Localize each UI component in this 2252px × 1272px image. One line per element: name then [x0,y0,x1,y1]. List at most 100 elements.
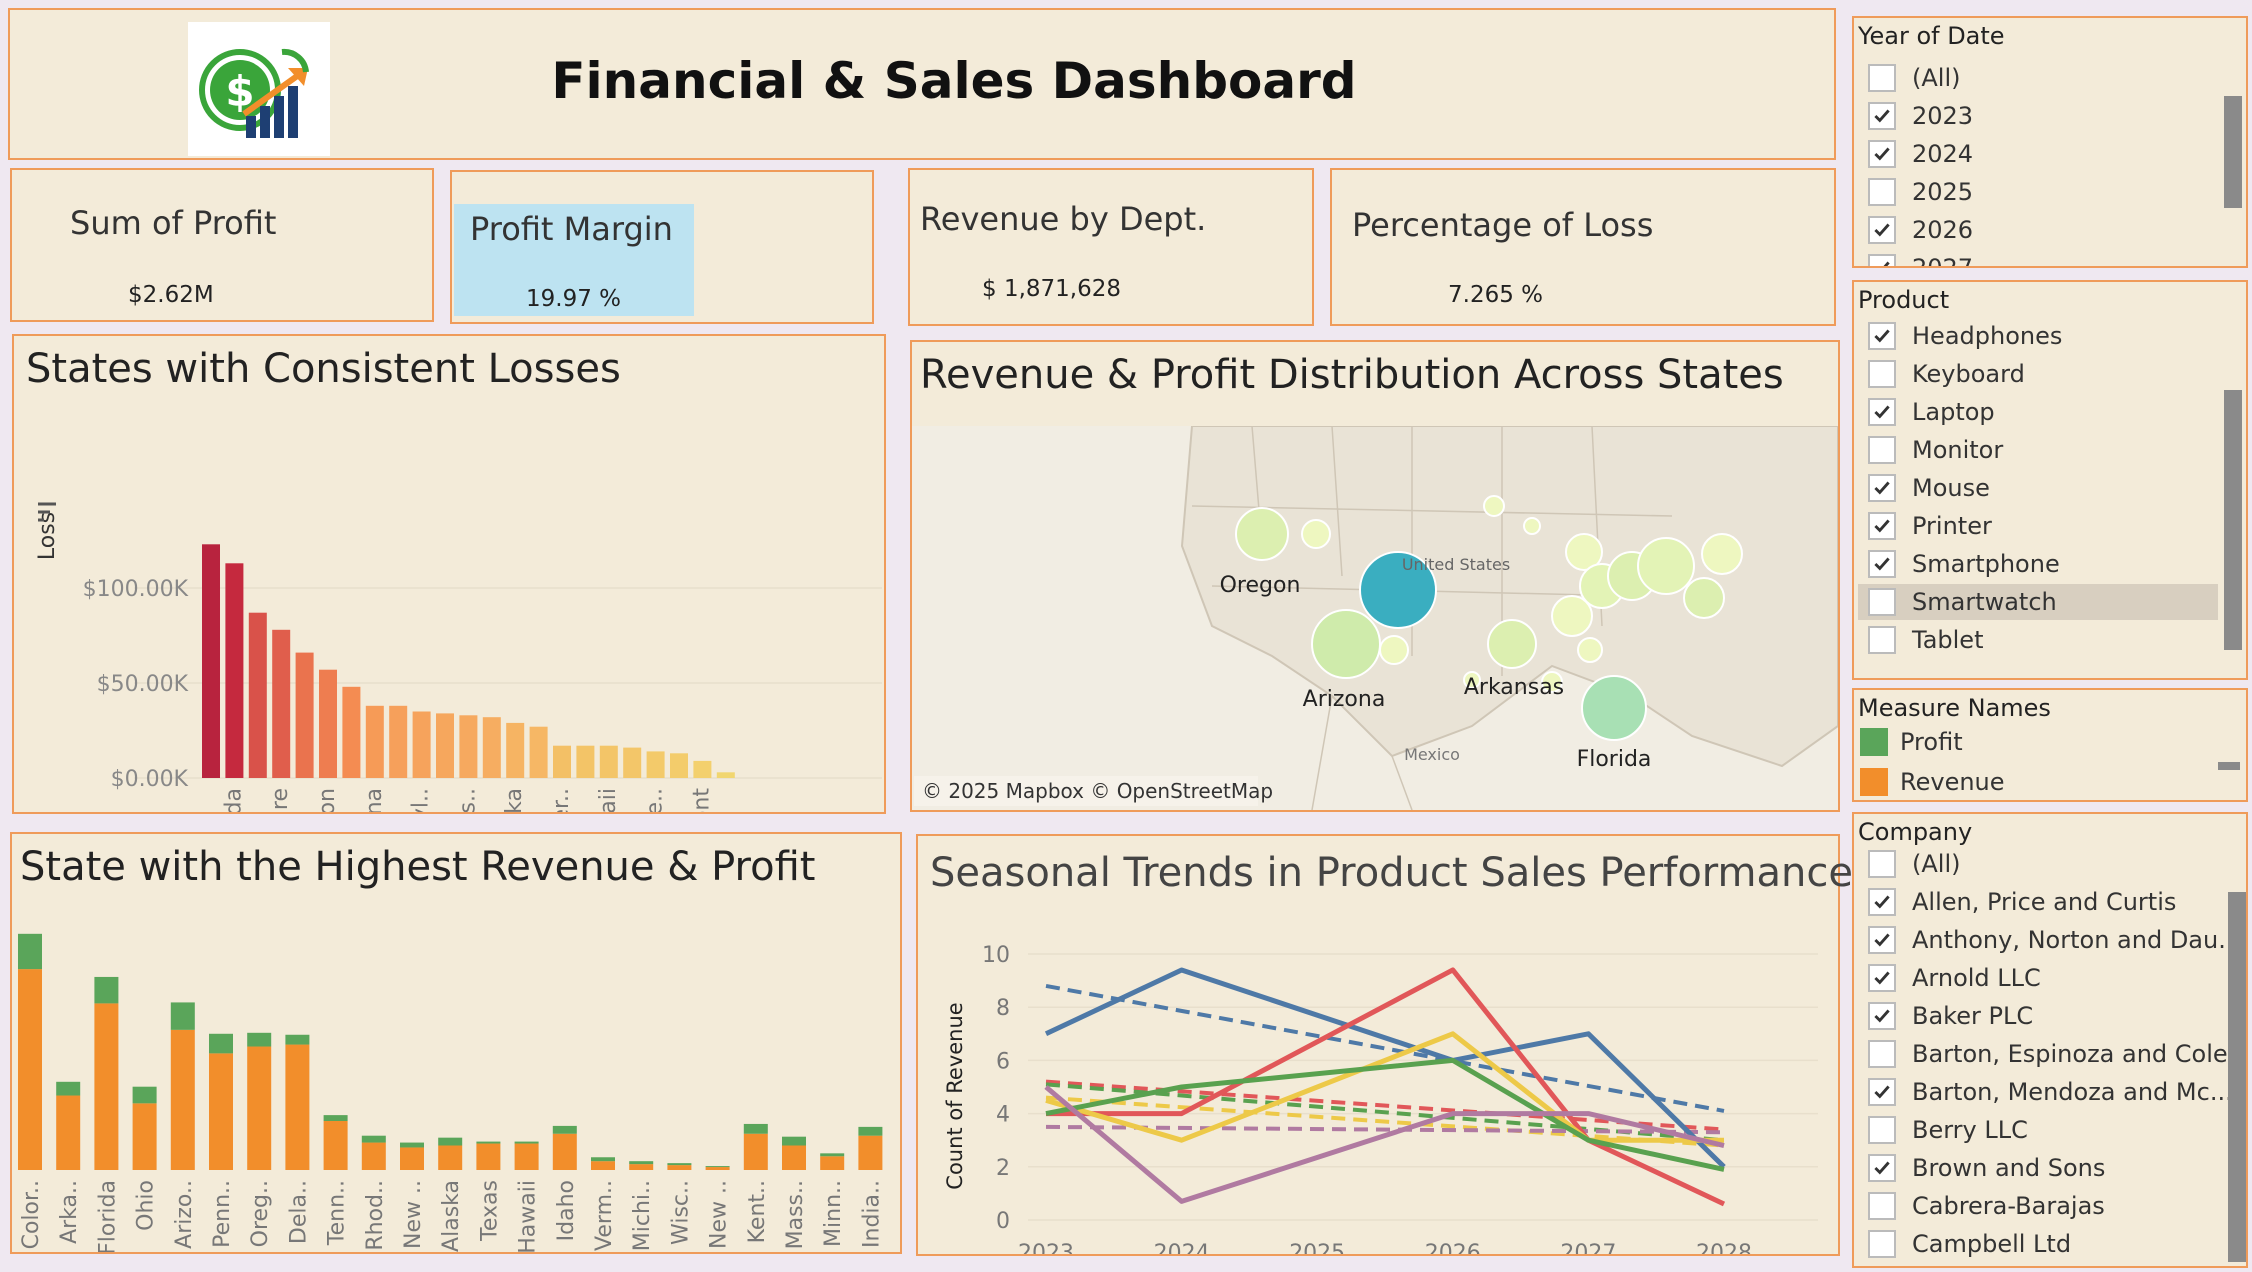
revenue-bar[interactable] [629,1164,654,1170]
product-scrollbar[interactable] [2224,390,2242,650]
loss-bar[interactable] [342,686,361,778]
profit-bar[interactable] [94,976,119,1004]
loss-bar[interactable] [459,715,478,778]
loss-bar[interactable] [295,652,314,778]
filter-item[interactable]: Baker PLC [1868,998,2033,1034]
checkbox-checked-icon[interactable] [1868,1002,1896,1030]
filter-item[interactable]: 2023 [1868,98,1973,134]
loss-bar[interactable] [436,713,454,778]
loss-bar[interactable] [389,705,408,778]
profit-bar[interactable] [743,1123,768,1134]
checkbox-checked-icon[interactable] [1868,216,1896,244]
profit-bar[interactable] [438,1137,463,1146]
checkbox-icon[interactable] [1868,360,1896,388]
loss-bar[interactable] [599,745,618,778]
profit-bar[interactable] [132,1086,157,1104]
revenue-bar[interactable] [667,1165,692,1170]
profit-bar[interactable] [400,1142,424,1148]
filter-item[interactable]: Campbell Ltd [1868,1226,2071,1262]
measure-legend-menu[interactable] [2218,762,2240,770]
checkbox-icon[interactable] [1868,1116,1896,1144]
filter-item[interactable]: 2027 [1868,250,1973,266]
loss-bar[interactable] [482,717,501,778]
loss-bar[interactable] [248,612,267,778]
loss-bar[interactable] [646,751,665,778]
map-marker[interactable] [1311,609,1381,679]
checkbox-icon[interactable] [1868,64,1896,92]
checkbox-checked-icon[interactable] [1868,398,1896,426]
map-marker[interactable] [1235,507,1289,561]
revenue-bar[interactable] [56,1095,81,1170]
loss-bar[interactable] [412,711,431,779]
checkbox-checked-icon[interactable] [1868,888,1896,916]
checkbox-icon[interactable] [1868,178,1896,206]
revenue-bar[interactable] [858,1135,883,1170]
checkbox-checked-icon[interactable] [1868,140,1896,168]
revenue-bar[interactable] [285,1044,310,1170]
filter-item[interactable]: Printer [1868,508,1992,544]
legend-item[interactable]: Revenue [1860,764,2005,800]
checkbox-checked-icon[interactable] [1868,1154,1896,1182]
profit-bar[interactable] [591,1157,615,1162]
profit-bar[interactable] [323,1115,348,1121]
checkbox-icon[interactable] [1868,850,1896,878]
profit-bar[interactable] [667,1163,692,1166]
profit-bar[interactable] [705,1166,730,1168]
filter-item[interactable]: (All) [1868,846,1960,882]
profit-bar[interactable] [285,1034,310,1045]
profit-bar[interactable] [247,1032,272,1047]
checkbox-checked-icon[interactable] [1868,964,1896,992]
filter-item[interactable]: Smartphone [1868,546,2060,582]
filter-item[interactable]: (All) [1868,60,1960,96]
checkbox-checked-icon[interactable] [1868,512,1896,540]
revenue-bar[interactable] [514,1143,539,1170]
revenue-bar[interactable] [209,1053,233,1170]
filter-item[interactable]: Cabrera-Barajas [1868,1188,2105,1224]
map-marker[interactable] [1487,619,1537,669]
filter-item[interactable]: Headphones [1868,318,2062,354]
profit-bar[interactable] [361,1135,386,1143]
loss-bar[interactable] [272,629,291,778]
filter-item[interactable]: Anthony, Norton and Dau... [1868,922,2241,958]
revenue-bar[interactable] [247,1046,272,1170]
profit-bar[interactable] [858,1126,883,1136]
checkbox-checked-icon[interactable] [1868,474,1896,502]
revenue-bar[interactable] [170,1029,195,1170]
profit-bar[interactable] [820,1153,845,1157]
map-attribution[interactable]: © 2025 Mapbox © OpenStreetMap [922,779,1273,803]
filter-item[interactable]: Brown and Sons [1868,1150,2105,1186]
profit-bar[interactable] [170,1002,195,1030]
year-scrollbar[interactable] [2224,96,2242,208]
filter-item[interactable]: Allen, Price and Curtis [1868,884,2176,920]
profit-bar[interactable] [18,933,42,970]
checkbox-checked-icon[interactable] [1868,926,1896,954]
filter-item[interactable]: Berry LLC [1868,1112,2028,1148]
checkbox-checked-icon[interactable] [1868,550,1896,578]
profit-bar[interactable] [782,1136,806,1146]
filter-item[interactable]: 2026 [1868,212,1973,248]
revenue-bar[interactable] [18,969,42,1170]
loss-bar[interactable] [693,760,712,778]
filter-item[interactable]: Laptop [1868,394,1995,430]
revenue-bar[interactable] [705,1167,730,1170]
revenue-bar[interactable] [94,1003,119,1170]
checkbox-icon[interactable] [1868,626,1896,654]
revenue-bar[interactable] [132,1103,157,1170]
filter-item[interactable]: Mouse [1868,470,1990,506]
revenue-bar[interactable] [591,1161,615,1170]
profit-bar[interactable] [209,1033,233,1054]
filter-item[interactable]: Arnold LLC [1868,960,2041,996]
filter-item[interactable]: Monitor [1868,432,2003,468]
loss-bar[interactable] [553,745,571,778]
checkbox-icon[interactable] [1868,1230,1896,1258]
loss-bar[interactable] [529,726,548,778]
loss-bar[interactable] [225,563,244,778]
profit-bar[interactable] [552,1125,577,1134]
profit-bar[interactable] [476,1141,501,1144]
revenue-bar[interactable] [820,1156,845,1170]
profit-bar[interactable] [514,1141,539,1144]
revenue-bar[interactable] [782,1145,806,1171]
revenue-bar[interactable] [476,1143,501,1170]
map-marker[interactable] [1581,675,1647,741]
loss-bar[interactable] [716,772,735,778]
